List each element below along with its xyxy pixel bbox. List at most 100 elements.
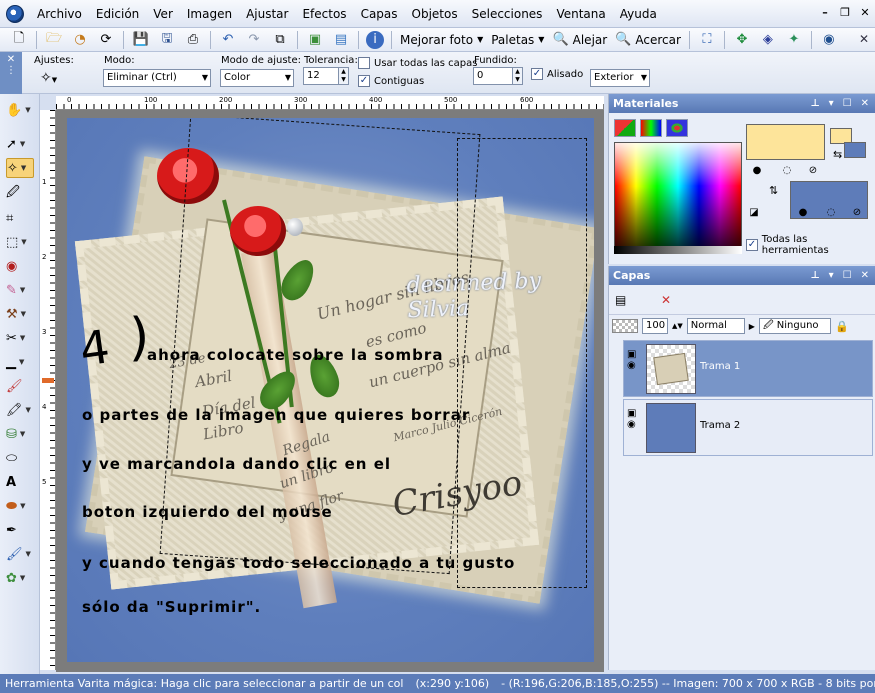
toolbar-close-icon[interactable]: ✕ [859,32,869,46]
menu-edicion[interactable]: Edición [89,0,146,28]
flood-fill-tool[interactable]: ⛁ ▼ [6,424,34,444]
blend-mode-select[interactable]: Normal [686,318,745,334]
match-mode-select[interactable]: Color ▼ [220,69,294,87]
frame-tab-icon[interactable] [614,119,636,137]
magic-wand-preset-icon[interactable]: ✧▼ [40,70,57,86]
pen-tool[interactable]: ✒ [6,520,34,540]
scan-icon[interactable]: ⟳ [96,31,116,49]
spin-arrows-icon[interactable]: ▲▼ [338,68,348,84]
background-mini-swatch[interactable] [844,142,866,158]
materials-toggle-icon[interactable]: ✦ [784,31,804,49]
makeover-tool[interactable]: ✎ ▼ [6,280,34,300]
close-icon[interactable]: ✕ [859,6,871,19]
maximize-icon[interactable]: ☐ [843,266,852,285]
menu-capas[interactable]: Capas [354,0,405,28]
picture-tube-tool[interactable]: ✿ ▼ [6,568,34,588]
spin-arrows-icon[interactable]: ▲▼ [512,68,522,84]
bg-none-mode-icon[interactable]: ⊘ [849,206,865,220]
layers-toggle-icon[interactable]: ◈ [758,31,778,49]
delete-layer-icon[interactable]: ✕ [661,293,671,307]
layer-item-trama-2[interactable]: ▣ ◉ Trama 2 [623,399,873,456]
new-file-icon[interactable]: 🗋 [9,31,29,49]
red-eye-tool[interactable]: ◉ [6,256,34,276]
spectrum-tab-icon[interactable] [640,119,662,137]
use-all-layers-checkbox[interactable]: Usar todas las capas [358,57,477,69]
open-folder-icon[interactable]: 🗁 [44,31,64,49]
contiguous-checkbox[interactable]: ✓ Contiguas [358,75,424,87]
browse-icon[interactable]: ◔ [70,31,90,49]
antialias-checkbox[interactable]: ✓ Alisado [531,68,583,80]
all-tools-checkbox[interactable]: ✓ Todas las herramientas [746,234,875,256]
color-mode-icon[interactable]: ● [749,164,765,178]
foreground-swatch[interactable] [746,124,825,160]
menu-archivo[interactable]: Archivo [30,0,89,28]
menu-efectos[interactable]: Efectos [295,0,353,28]
overview-icon[interactable]: ◉ [819,31,839,49]
save-as-icon[interactable]: 🖫 [157,31,177,49]
options-handle[interactable]: ✕ ⋮ [0,52,22,94]
info-icon[interactable]: i [366,30,384,49]
menu-ajustar[interactable]: Ajustar [239,0,295,28]
paint-brush-tool[interactable]: ▁ ▼ [6,352,34,372]
pan-tool[interactable]: ✋ ▼ [6,100,34,120]
menu-ventana[interactable]: Ventana [549,0,612,28]
swap-colors-icon[interactable]: ⇆ [833,148,842,161]
chevron-down-icon[interactable]: ▶ [749,322,755,331]
move-tool[interactable]: ⬚ ▼ [6,232,34,252]
lighten-darken-tool[interactable]: 🖍 ▼ [6,400,34,420]
menu-imagen[interactable]: Imagen [180,0,239,28]
grayscale-strip[interactable] [614,246,742,254]
menu-icon[interactable]: ▾ [829,94,834,113]
palettes-button[interactable]: Paletas ▼ [487,33,548,47]
photo-fix-icon[interactable]: ▣ [305,31,325,49]
learning-icon[interactable]: ✥ [732,31,752,49]
undo-icon[interactable]: ↶ [218,31,238,49]
none-mode-icon[interactable]: ⊘ [805,164,821,178]
layer-visibility-toggle[interactable]: ▣ ◉ [627,408,643,448]
mask-select[interactable]: 🖉 Ninguno [758,318,831,334]
app-icon[interactable] [6,4,24,23]
close-icon[interactable]: ✕ [861,266,869,285]
eraser-tool[interactable]: ⬭ [6,448,34,468]
restore-icon[interactable]: ❐ [839,6,851,19]
spin-arrows-icon[interactable]: ▲▼ [672,322,683,330]
save-icon[interactable]: 💾 [131,31,151,49]
reset-colors-icon[interactable]: ◪ [746,206,762,220]
preset-shape-tool[interactable]: ⬬ ▼ [6,496,34,516]
feather-input[interactable]: 0 ▲ ▼ [473,67,523,85]
enhance-photo-button[interactable]: Mejorar foto ▼ [396,33,487,47]
layer-item-trama-1[interactable]: ▣ ◉ Trama 1 [623,340,873,397]
gradient-mode-icon[interactable]: ◌ [779,164,795,178]
crop-tool[interactable]: ⌗ [6,208,34,228]
mode-select[interactable]: Eliminar (Ctrl) ▼ [103,69,211,87]
text-tool[interactable]: A [6,472,34,492]
pin-icon[interactable]: ⊥ [810,266,819,285]
scratch-remover-tool[interactable]: ✂ ▼ [6,328,34,348]
new-layer-icon[interactable]: ▤ [615,293,626,307]
history-icon[interactable]: ⧉ [270,31,290,49]
lock-icon[interactable]: 🔒 [835,320,849,333]
airbrush-tool[interactable]: 🖌 [6,376,34,396]
print-icon[interactable]: ⎙ [183,31,203,49]
photo-edit-icon[interactable]: ▤ [331,31,351,49]
redo-icon[interactable]: ↷ [244,31,264,49]
menu-icon[interactable]: ▾ [829,266,834,285]
opacity-input[interactable]: 100 [642,318,668,334]
minimize-icon[interactable]: – [819,6,831,19]
pick-tool[interactable]: ➚ ▼ [6,134,34,154]
dropper-tool[interactable]: 🖉 [6,184,34,204]
maximize-icon[interactable]: ☐ [843,94,852,113]
bg-gradient-mode-icon[interactable]: ◌ [823,206,839,220]
warp-brush-tool[interactable]: 🖌 ▼ [6,544,34,564]
antialias-mode-select[interactable]: Exterior ▼ [590,69,650,87]
zoom-out-button[interactable]: 🔍 Alejar [548,32,611,47]
color-spectrum[interactable] [614,142,742,252]
bg-color-mode-icon[interactable]: ● [795,206,811,220]
magic-wand-tool[interactable]: ✧ ▼ [6,158,34,178]
close-icon[interactable]: ✕ [861,94,869,113]
menu-ver[interactable]: Ver [146,0,180,28]
swatches-tab-icon[interactable] [666,119,688,137]
tolerance-input[interactable]: 12 ▲ ▼ [303,67,349,85]
clone-tool[interactable]: ⚒ ▼ [6,304,34,324]
zoom-in-button[interactable]: 🔍 Acercar [611,32,685,47]
